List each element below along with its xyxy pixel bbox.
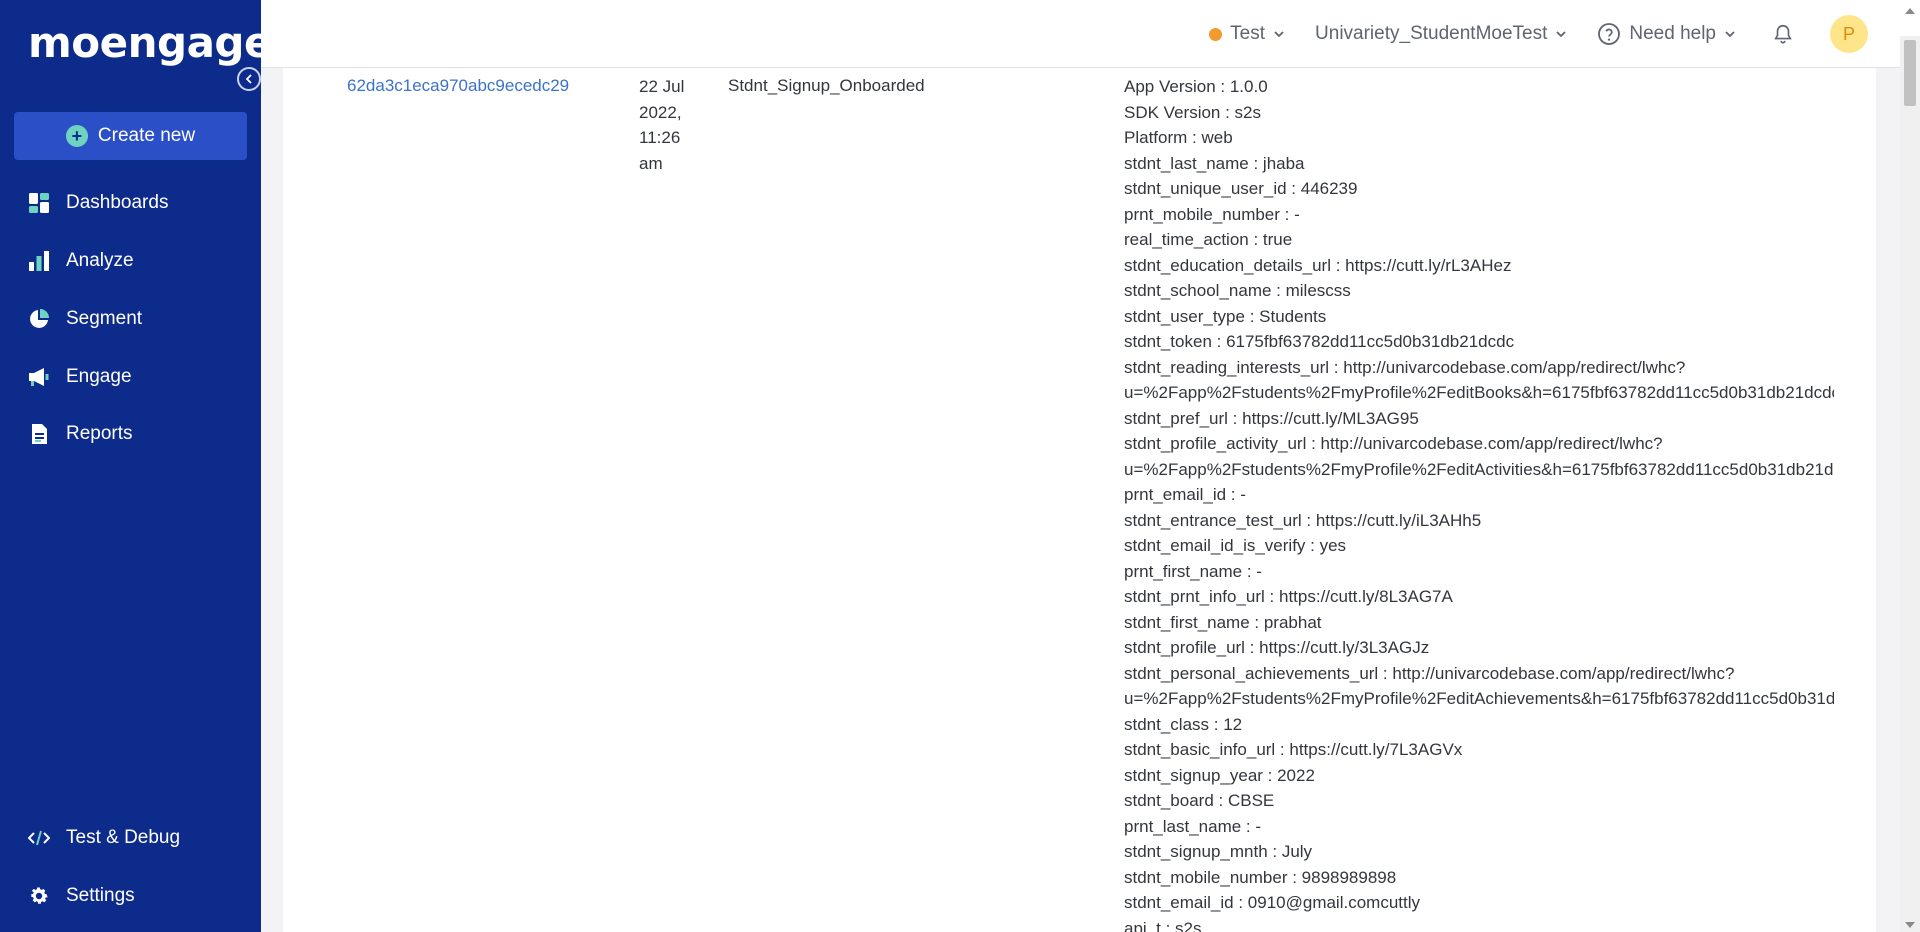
moengage-logo[interactable]: moengage <box>28 18 272 67</box>
nav-analyze[interactable]: Analyze <box>28 241 248 281</box>
attribute-line: stdnt_unique_user_id : 446239 <box>1124 179 1358 198</box>
attribute-line: stdnt_basic_info_url : https://cutt.ly/7… <box>1124 740 1463 759</box>
event-details-panel: 62da3c1eca970abc9ecedc29 22 Jul 2022, 11… <box>283 68 1876 932</box>
environment-selector[interactable]: Test <box>1209 23 1285 45</box>
scrollbar-thumb[interactable] <box>1904 40 1916 106</box>
attribute-line: api_t : s2s <box>1124 918 1202 932</box>
collapse-sidebar-button[interactable] <box>237 67 261 91</box>
attribute-line: prnt_mobile_number : - <box>1124 204 1300 224</box>
environment-label: Test <box>1230 23 1266 44</box>
gear-icon <box>28 885 50 907</box>
chevron-down-icon <box>1725 31 1735 38</box>
environment-status-dot <box>1209 27 1223 41</box>
nav-label: Test & Debug <box>66 827 181 848</box>
attribute-line: stdnt_profile_activity_url : http://univ… <box>1124 434 1663 453</box>
date-line: 11:26 <box>639 128 681 147</box>
nav-dashboards[interactable]: Dashboards <box>28 183 248 223</box>
event-name: Stdnt_Signup_Onboarded <box>728 76 925 95</box>
attribute-line: stdnt_pref_url : https://cutt.ly/ML3AG95 <box>1124 408 1419 428</box>
attribute-line: stdnt_email_id_is_verify : yes <box>1124 536 1347 555</box>
nav-test-debug[interactable]: Test & Debug <box>28 818 248 858</box>
event-attributes: App Version : 1.0.0 SDK Version : s2s Pl… <box>1124 74 1834 932</box>
attribute-line: real_time_action : true <box>1124 230 1293 249</box>
date-line: am <box>639 153 663 173</box>
attribute-line: stdnt_signup_year : 2022 <box>1124 765 1315 785</box>
attribute-line: prnt_email_id : - <box>1124 485 1246 504</box>
attribute-line: SDK Version : s2s <box>1124 102 1262 122</box>
attribute-line: stdnt_prnt_info_url : https://cutt.ly/8L… <box>1124 587 1453 606</box>
top-bar: Test Univariety_StudentMoeTest Need help… <box>261 0 1920 68</box>
attribute-line: u=%2Fapp%2Fstudents%2FmyProfile%2FeditAc… <box>1124 689 1834 708</box>
attribute-line: stdnt_email_id : 0910@gmail.comcuttly <box>1124 893 1421 912</box>
attribute-line: stdnt_education_details_url : https://cu… <box>1124 255 1512 275</box>
attribute-line: u=%2Fapp%2Fstudents%2FmyProfile%2FeditAc… <box>1124 459 1834 479</box>
bell-icon[interactable] <box>1772 23 1794 45</box>
chevron-down-icon <box>1556 31 1567 38</box>
pie-chart-icon <box>28 308 50 330</box>
megaphone-icon <box>28 366 50 388</box>
attribute-line: stdnt_personal_achievements_url : http:/… <box>1124 663 1735 683</box>
create-new-button[interactable]: + Create new <box>14 112 247 160</box>
avatar[interactable]: P <box>1830 15 1868 53</box>
nav-reports[interactable]: Reports <box>28 414 248 454</box>
attribute-line: stdnt_signup_mnth : July <box>1124 842 1313 861</box>
attribute-line: Platform : web <box>1124 128 1233 147</box>
event-id-link[interactable]: 62da3c1eca970abc9ecedc29 <box>347 76 569 96</box>
attribute-line: stdnt_token : 6175fbf63782dd11cc5d0b31db… <box>1124 332 1515 351</box>
bar-chart-icon <box>28 250 50 272</box>
plus-icon: + <box>65 125 88 147</box>
attribute-line: prnt_last_name : - <box>1124 816 1262 836</box>
code-icon <box>28 827 50 849</box>
nav-label: Segment <box>66 308 143 329</box>
date-line: 2022, <box>639 102 682 122</box>
help-icon <box>1598 23 1621 45</box>
attribute-line: stdnt_user_type : Students <box>1124 306 1327 326</box>
vertical-scrollbar[interactable] <box>1900 8 1920 932</box>
chevron-down-icon <box>1274 31 1284 38</box>
scroll-down-arrow[interactable] <box>1905 922 1915 928</box>
attribute-line: stdnt_profile_url : https://cutt.ly/3L3A… <box>1124 638 1430 657</box>
nav-label: Reports <box>66 423 133 444</box>
attribute-line: stdnt_school_name : milescss <box>1124 281 1351 300</box>
attribute-line: stdnt_last_name : jhaba <box>1124 153 1305 173</box>
create-new-label: Create new <box>97 125 196 146</box>
attribute-line: prnt_first_name : - <box>1124 561 1262 581</box>
nav-settings[interactable]: Settings <box>28 876 248 916</box>
date-line: 22 Jul <box>639 77 685 96</box>
help-menu[interactable]: Need help <box>1597 22 1736 46</box>
attribute-line: stdnt_entrance_test_url : https://cutt.l… <box>1124 510 1482 530</box>
workspace-selector[interactable]: Univariety_StudentMoeTest <box>1315 23 1567 45</box>
event-date: 22 Jul 2022, 11:26 am <box>639 74 699 176</box>
scroll-up-arrow[interactable] <box>1905 8 1915 14</box>
attribute-line: stdnt_first_name : prabhat <box>1124 612 1322 632</box>
nav-segment[interactable]: Segment <box>28 299 248 339</box>
workspace-label: Univariety_StudentMoeTest <box>1315 23 1548 44</box>
attribute-line: u=%2Fapp%2Fstudents%2FmyProfile%2FeditBo… <box>1124 383 1834 402</box>
sidebar: moengage + Create new Dashboards Analyze… <box>0 0 272 932</box>
nav-label: Settings <box>66 885 135 906</box>
attribute-line: stdnt_mobile_number : 9898989898 <box>1124 867 1397 887</box>
attribute-line: stdnt_class : 12 <box>1124 714 1243 734</box>
attribute-line: App Version : 1.0.0 <box>1124 77 1268 96</box>
chevron-left-icon <box>245 74 252 84</box>
nav-label: Analyze <box>66 250 134 271</box>
document-icon <box>28 423 50 445</box>
attribute-line: stdnt_board : CBSE <box>1124 791 1275 810</box>
nav-engage[interactable]: Engage <box>28 357 248 397</box>
attribute-line: stdnt_reading_interests_url : http://uni… <box>1124 357 1686 377</box>
help-label: Need help <box>1629 23 1716 44</box>
nav-label: Engage <box>66 366 132 387</box>
nav-label: Dashboards <box>66 192 169 213</box>
dashboard-icon <box>28 192 50 214</box>
